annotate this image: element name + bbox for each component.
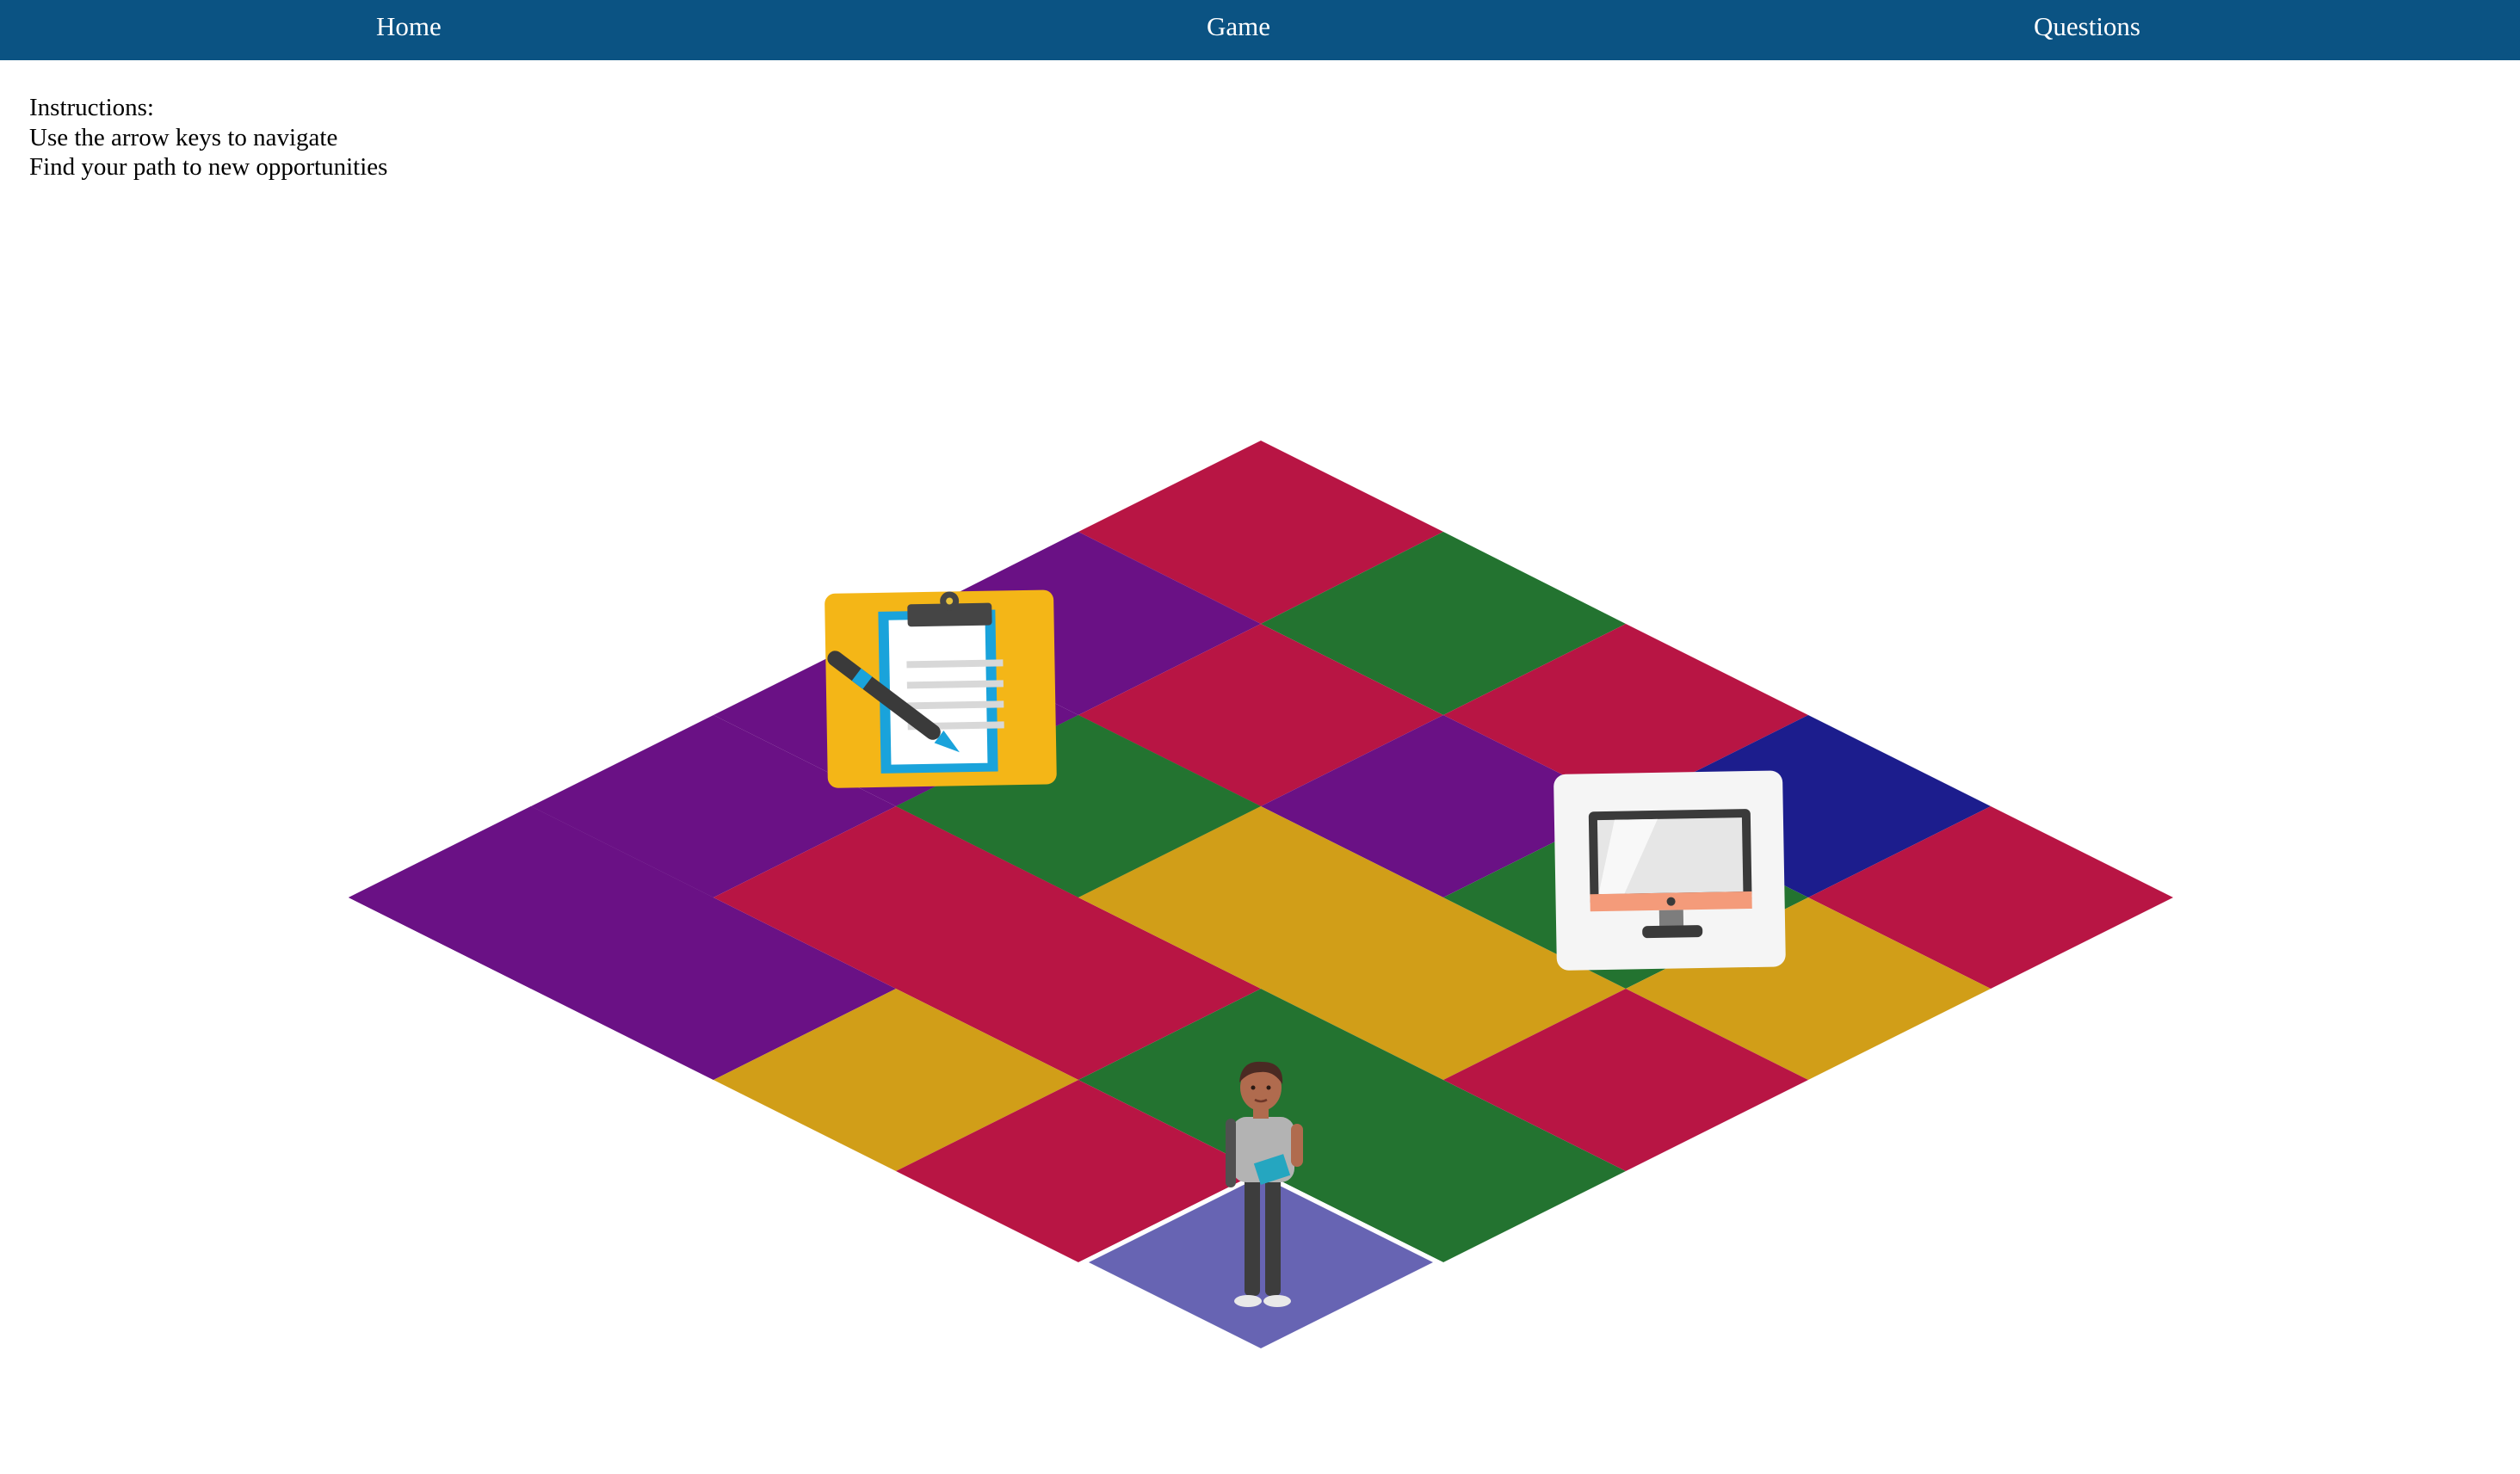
game-board[interactable]	[0, 0, 2520, 1474]
computer-monitor-icon[interactable]	[1553, 770, 1786, 971]
clipboard-icon[interactable]	[823, 589, 1057, 788]
board-tiles	[349, 441, 2173, 1354]
